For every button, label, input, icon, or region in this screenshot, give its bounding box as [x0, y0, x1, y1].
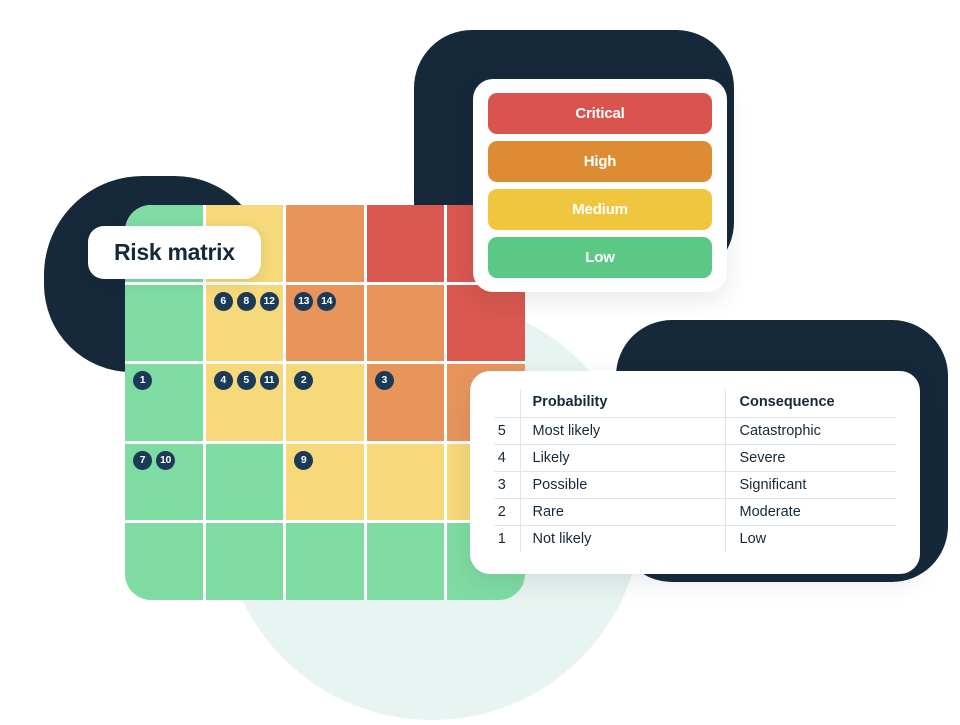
row-index: 2: [497, 504, 506, 520]
row-index: 5: [497, 423, 506, 439]
risk-matrix-title-pill: Risk matrix: [88, 226, 261, 279]
matrix-cell[interactable]: [366, 523, 445, 600]
legend-item-low[interactable]: Low: [488, 237, 712, 278]
matrix-cell[interactable]: [205, 523, 284, 600]
row-consequence: Significant: [724, 471, 896, 499]
table-row: 3 Possible Significant: [494, 471, 896, 499]
matrix-cell[interactable]: 4 5 11: [205, 364, 284, 441]
legend-item-high[interactable]: High: [488, 141, 712, 182]
risk-marker-badge[interactable]: 8: [236, 291, 256, 311]
matrix-cell[interactable]: 7 10: [125, 443, 203, 521]
risk-marker-badge[interactable]: 13: [294, 291, 314, 311]
risk-matrix-illustration: 6 8 12 13 14 1 4 5 11 2 3 7 10 9 Risk matrix Critical…: [0, 0, 960, 725]
risk-marker-group: 2: [294, 371, 314, 391]
matrix-cell[interactable]: 9: [286, 443, 364, 521]
row-index: 1: [497, 531, 506, 547]
matrix-cell[interactable]: [125, 284, 203, 362]
row-consequence: Severe: [724, 444, 896, 472]
risk-marker-badge[interactable]: 7: [133, 450, 152, 470]
row-probability: Possible: [519, 471, 725, 499]
legend-item-label: Critical: [575, 105, 625, 122]
row-index: 4: [497, 450, 506, 466]
matrix-cell[interactable]: [447, 284, 525, 362]
risk-marker-badge[interactable]: 10: [156, 450, 175, 470]
matrix-cell[interactable]: 6 8 12: [205, 284, 284, 362]
risk-marker-group: 7 10: [133, 450, 175, 470]
risk-marker-group: 9: [294, 450, 314, 470]
table-header-row: Probability Consequence: [494, 389, 896, 418]
legend-item-critical[interactable]: Critical: [488, 93, 712, 134]
matrix-cell[interactable]: [366, 443, 445, 521]
row-consequence: Catastrophic: [724, 417, 896, 445]
row-probability: Most likely: [519, 417, 725, 445]
header-index: [494, 389, 520, 418]
risk-marker-badge[interactable]: 6: [213, 291, 233, 311]
row-consequence: Low: [724, 525, 896, 552]
matrix-cell[interactable]: [366, 284, 445, 362]
matrix-cell[interactable]: [366, 205, 445, 282]
legend-item-label: Low: [585, 249, 615, 266]
table-row: 2 Rare Moderate: [494, 498, 896, 526]
risk-marker-group: 13 14: [294, 291, 337, 311]
row-consequence: Moderate: [724, 498, 896, 526]
row-index: 3: [497, 477, 506, 493]
probability-consequence-table: Probability Consequence 5 Most likely Cata…: [494, 389, 896, 552]
row-probability: Rare: [519, 498, 725, 526]
legend-item-medium[interactable]: Medium: [488, 189, 712, 230]
matrix-cell[interactable]: [286, 523, 364, 600]
risk-marker-badge[interactable]: 2: [294, 371, 314, 391]
risk-level-legend: Critical High Medium Low: [473, 79, 727, 292]
table-row: 4 Likely Severe: [494, 444, 896, 472]
row-probability: Not likely: [519, 525, 725, 552]
risk-marker-group: 1: [133, 371, 152, 391]
legend-item-label: High: [583, 153, 617, 170]
legend-item-label: Medium: [572, 201, 628, 218]
matrix-cell[interactable]: [205, 443, 284, 521]
risk-marker-group: 4 5 11: [213, 371, 279, 391]
risk-marker-badge[interactable]: 14: [317, 291, 337, 311]
risk-marker-badge[interactable]: 12: [259, 291, 279, 311]
matrix-cell[interactable]: 2: [286, 364, 364, 441]
page-title: Risk matrix: [114, 239, 235, 265]
risk-marker-badge[interactable]: 11: [259, 371, 279, 391]
matrix-cell[interactable]: 3: [366, 364, 445, 441]
header-probability: Probability: [519, 389, 725, 418]
risk-marker-badge[interactable]: 9: [294, 450, 314, 470]
risk-marker-group: 6 8 12: [213, 291, 279, 311]
risk-marker-badge[interactable]: 5: [236, 371, 256, 391]
probability-consequence-card: Probability Consequence 5 Most likely Cata…: [470, 371, 920, 574]
matrix-cell[interactable]: 1: [125, 364, 203, 441]
table-row: 5 Most likely Catastrophic: [494, 417, 896, 445]
header-consequence: Consequence: [724, 389, 896, 418]
risk-marker-group: 3: [374, 371, 394, 391]
risk-marker-badge[interactable]: 4: [213, 371, 233, 391]
matrix-cell[interactable]: [286, 205, 364, 282]
table-row: 1 Not likely Low: [494, 525, 896, 552]
risk-marker-badge[interactable]: 1: [133, 371, 152, 391]
matrix-cell[interactable]: [125, 523, 203, 600]
risk-marker-badge[interactable]: 3: [374, 371, 394, 391]
row-probability: Likely: [519, 444, 725, 472]
matrix-cell[interactable]: 13 14: [286, 284, 364, 362]
